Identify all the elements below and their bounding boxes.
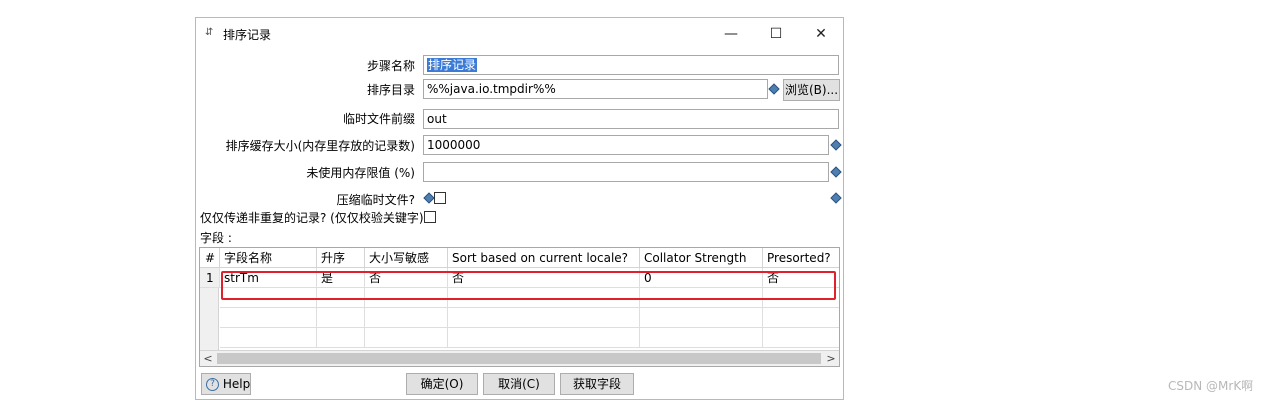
empty-cell [763, 328, 839, 348]
empty-cell [448, 308, 640, 328]
get-fields-button[interactable]: 获取字段 [560, 373, 634, 395]
unique-only-checkbox[interactable] [424, 211, 436, 223]
empty-cell [317, 328, 365, 348]
free-memory-input[interactable] [423, 162, 829, 182]
temp-prefix-label: 临时文件前缀 [342, 112, 415, 126]
column-header-ascending[interactable]: 升序 [317, 248, 365, 268]
empty-cell [763, 308, 839, 328]
variable-icon [830, 166, 842, 178]
row-index: 1 [200, 268, 220, 288]
minimize-button[interactable]: — [711, 22, 751, 46]
sort-dir-label: 排序目录 [366, 83, 415, 97]
row-highlight-annotation [221, 271, 836, 300]
horizontal-scrollbar[interactable]: < > [200, 350, 839, 366]
ok-button[interactable]: 确定(O) [406, 373, 478, 395]
column-header-field-name[interactable]: 字段名称 [220, 248, 317, 268]
title-bar: ⇵ 排序记录 — ☐ ✕ [196, 18, 843, 49]
column-header-collator-strength[interactable]: Collator Strength [640, 248, 763, 268]
scrollbar-thumb[interactable] [217, 353, 821, 364]
empty-cell [317, 308, 365, 328]
variable-icon [830, 139, 842, 151]
help-button[interactable]: ? Help [201, 373, 251, 395]
column-header-sort-locale[interactable]: Sort based on current locale? [448, 248, 640, 268]
sort-rows-dialog: ⇵ 排序记录 — ☐ ✕ 步骤名称 排序记录 排序目录 %%java.io.tm… [195, 17, 844, 400]
sort-size-label: 排序缓存大小(内存里存放的记录数) [225, 139, 415, 153]
column-header-presorted[interactable]: Presorted? [763, 248, 839, 268]
column-header-index[interactable]: # [200, 248, 220, 268]
help-icon: ? [206, 378, 219, 391]
temp-prefix-input[interactable]: out [423, 109, 839, 129]
column-header-case-sensitive[interactable]: 大小写敏感 [365, 248, 448, 268]
empty-cell [365, 308, 448, 328]
window-title: 排序记录 [223, 28, 272, 42]
empty-cell [365, 328, 448, 348]
step-name-input[interactable]: 排序记录 [423, 55, 839, 75]
fields-label: 字段 : [200, 231, 232, 245]
sort-dir-input[interactable]: %%java.io.tmpdir%% [423, 79, 768, 99]
empty-cell [448, 328, 640, 348]
empty-cell [640, 308, 763, 328]
maximize-button[interactable]: ☐ [756, 22, 796, 46]
sort-size-input[interactable]: 1000000 [423, 135, 829, 155]
help-label: Help [222, 377, 251, 391]
step-name-value: 排序记录 [427, 58, 478, 72]
step-name-label: 步骤名称 [366, 59, 415, 73]
close-button[interactable]: ✕ [801, 22, 841, 46]
scroll-right-icon[interactable]: > [823, 351, 839, 366]
empty-cell [220, 308, 317, 328]
fields-table: # 字段名称 升序 大小写敏感 Sort based on current lo… [199, 247, 840, 367]
compress-label: 压缩临时文件? [336, 193, 415, 207]
browse-button[interactable]: 浏览(B)... [783, 79, 840, 101]
free-memory-label: 未使用内存限值 (%) [306, 166, 415, 180]
sort-step-icon: ⇵ [205, 27, 214, 38]
unique-only-label: 仅仅传递非重复的记录? (仅仅校验关键字) [200, 211, 424, 225]
variable-icon [830, 192, 842, 204]
scroll-left-icon[interactable]: < [200, 351, 216, 366]
empty-cell [220, 328, 317, 348]
variable-icon [423, 192, 435, 204]
cancel-button[interactable]: 取消(C) [483, 373, 555, 395]
variable-icon [768, 83, 780, 95]
compress-checkbox[interactable] [434, 192, 446, 204]
empty-cell [640, 328, 763, 348]
watermark: CSDN @MrK啊 [1168, 379, 1254, 393]
